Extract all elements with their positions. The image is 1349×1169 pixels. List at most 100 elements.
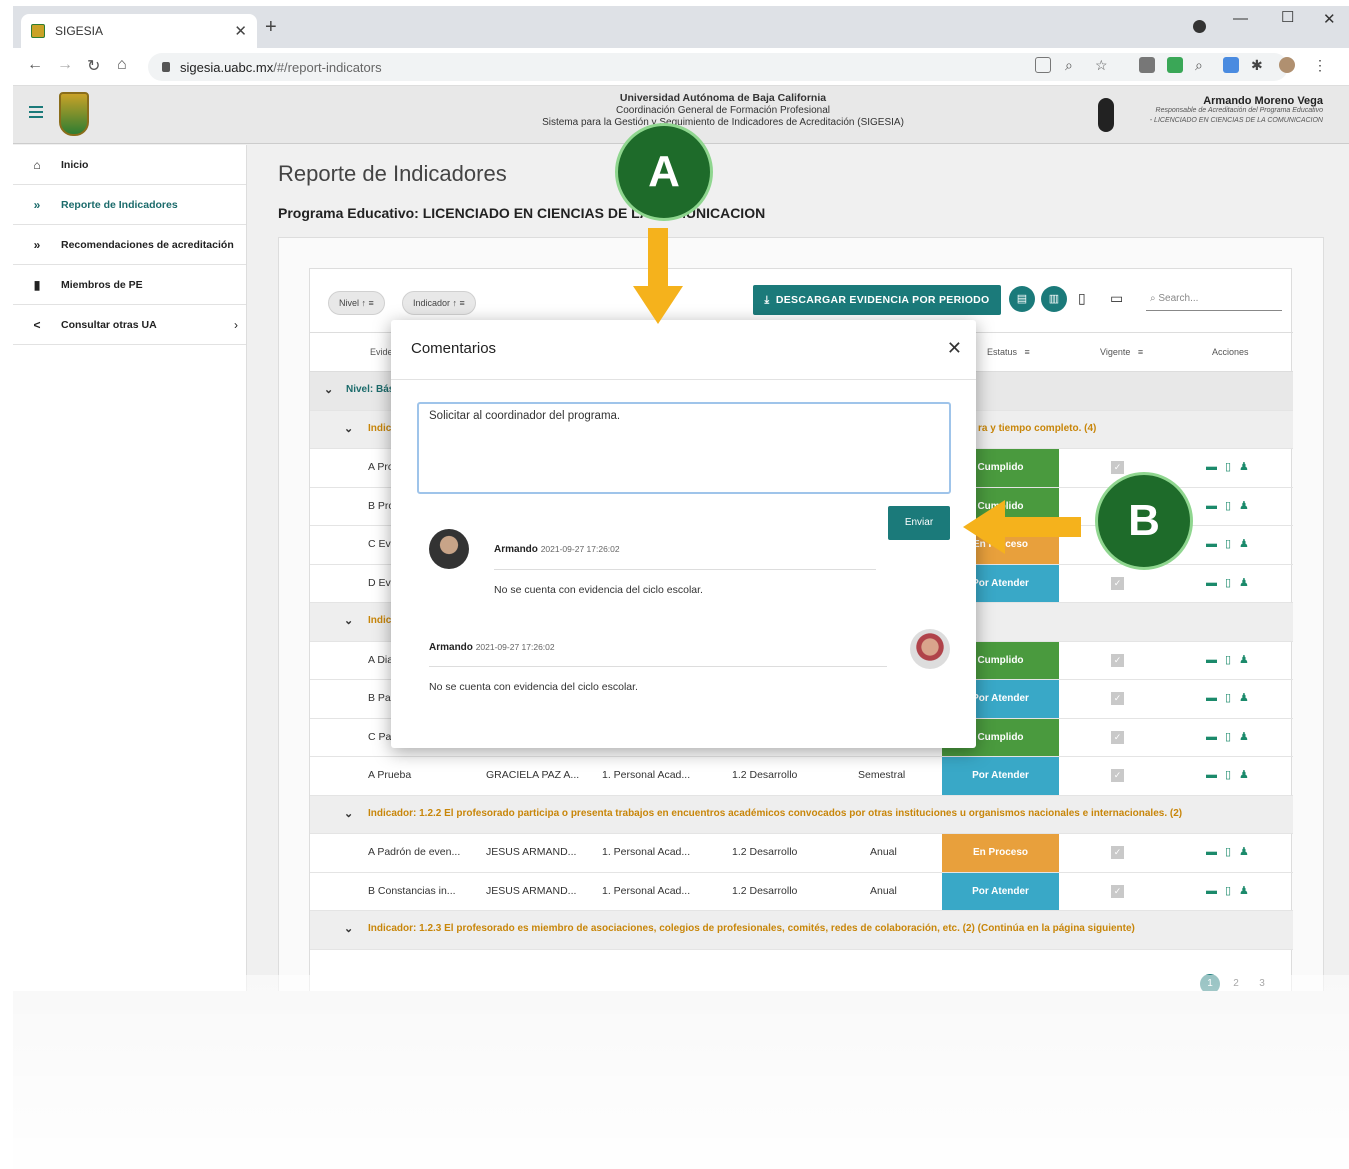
search-placeholder: Search...	[1158, 293, 1199, 304]
forward-icon[interactable]: →	[57, 56, 73, 74]
address-bar: ← → ↻ ⌂ sigesia.uabc.mx/#/report-indicat…	[13, 48, 1349, 86]
annotation-badge-a: A	[615, 123, 713, 221]
user-avatar	[1098, 98, 1114, 132]
reload-icon[interactable]: ↻	[87, 56, 100, 76]
extensions-puzzle-icon[interactable]: ✱	[1251, 57, 1267, 73]
table-row[interactable]: B Constancias in... JESUS ARMAND... 1. P…	[310, 872, 1293, 911]
cell-evidencia: C Pa	[368, 730, 392, 743]
comment-divider	[429, 666, 887, 667]
cell-subcategoria: 1.2 Desarrollo	[732, 769, 798, 781]
close-icon[interactable]: ✕	[947, 338, 962, 359]
sidebar-item-label: Consultar otras UA	[61, 318, 157, 331]
chevron-right-icon: ›	[234, 317, 238, 332]
home-browser-icon[interactable]: ⌂	[117, 56, 127, 74]
vigente-checkbox[interactable]: ✓	[1111, 769, 1124, 782]
annotation-arrow-left-icon	[963, 500, 1081, 554]
maximize-icon[interactable]: ☐	[1281, 8, 1294, 26]
new-tab-icon[interactable]: +	[265, 16, 277, 39]
header-label: Estatus	[987, 347, 1018, 357]
url-path: /#/report-indicators	[273, 59, 382, 75]
vigente-checkbox[interactable]: ✓	[1111, 730, 1124, 744]
url-field[interactable]: sigesia.uabc.mx/#/report-indicators	[148, 53, 1288, 81]
annotation-arrow-down-icon	[633, 228, 683, 324]
comment-author-name: Armando	[429, 642, 473, 653]
user-avatar-icon[interactable]	[1279, 57, 1295, 73]
row-actions[interactable]: ▬▯♟	[1206, 576, 1257, 589]
comment-text: No se cuenta con evidencia del ciclo esc…	[494, 584, 703, 596]
row-actions[interactable]: ▬▯♟	[1206, 768, 1257, 781]
row-actions[interactable]: ▬▯♟	[1206, 845, 1257, 858]
uabc-logo	[59, 92, 89, 136]
sidebar-item-consultar[interactable]: < Consultar otras UA ›	[13, 305, 246, 345]
row-actions[interactable]: ▬▯♟	[1206, 691, 1257, 704]
table-row[interactable]: A Prueba GRACIELA PAZ A... 1. Personal A…	[310, 757, 1293, 796]
vigente-checkbox[interactable]: ✓	[1111, 653, 1124, 667]
indicador-label: Indicador: 1.2.3 El profesorado es miemb…	[368, 923, 1135, 934]
cell-periodo: Anual	[870, 846, 897, 858]
search-input[interactable]: ⌕ Search...	[1146, 289, 1282, 311]
table-row[interactable]: A Padrón de even... JESUS ARMAND... 1. P…	[310, 834, 1293, 873]
extension-check-icon[interactable]	[1167, 57, 1183, 73]
row-actions[interactable]: ▬▯♟	[1206, 730, 1257, 743]
close-window-icon[interactable]: ✕	[1323, 10, 1336, 28]
browser-tab[interactable]: SIGESIA ✕	[21, 14, 257, 48]
extension-pdf-icon[interactable]	[1139, 57, 1155, 73]
sidebar-item-label: Miembros de PE	[61, 278, 143, 291]
profile-icon[interactable]	[1193, 20, 1206, 33]
close-tab-icon[interactable]: ✕	[234, 22, 247, 40]
row-actions[interactable]: ▬▯♟	[1206, 884, 1257, 897]
annotation-badge-b: B	[1095, 472, 1193, 570]
export-pdf-icon[interactable]: ▤	[1009, 286, 1035, 312]
extension-translate-icon[interactable]	[1223, 57, 1239, 73]
sidebar-item-reporte[interactable]: » Reporte de Indicadores	[13, 185, 246, 225]
print-icon[interactable]: ▭	[1110, 290, 1123, 307]
vigente-checkbox[interactable]: ✓	[1111, 846, 1124, 859]
cell-subcategoria: 1.2 Desarrollo	[732, 884, 798, 897]
extension-search-icon[interactable]: ⌕	[1195, 57, 1211, 73]
chevron-down-icon: ⌄	[344, 807, 354, 820]
group-chip-indicador[interactable]: Indicador ↑ ≡	[402, 291, 476, 315]
cell-responsable: JESUS ARMAND...	[486, 884, 577, 897]
row-actions[interactable]: ▬▯♟	[1206, 537, 1257, 550]
group-row-indicador[interactable]: ⌄ Indicador: 1.2.2 El profesorado partici…	[310, 795, 1293, 834]
browser-menu-icon[interactable]: ⋮	[1313, 57, 1329, 73]
export-file-icon[interactable]: ▯	[1078, 290, 1086, 307]
chevron-down-icon: ⌄	[344, 923, 354, 935]
bookmark-icon: ▮	[33, 277, 41, 292]
user-info: Armando Moreno Vega Responsable de Acred…	[1123, 96, 1323, 126]
download-icon: ⤓	[764, 293, 776, 306]
sidebar-item-inicio[interactable]: ⌂ Inicio	[13, 145, 246, 185]
vigente-checkbox[interactable]: ✓	[1111, 576, 1124, 590]
row-actions[interactable]: ▬▯♟	[1206, 460, 1257, 473]
cell-evidencia: B Pa	[368, 692, 391, 704]
minimize-icon[interactable]: —	[1233, 10, 1248, 27]
share-icon: <	[33, 317, 41, 332]
send-button[interactable]: Enviar	[888, 506, 950, 540]
row-actions[interactable]: ▬▯♟	[1206, 499, 1257, 512]
comment-textarea[interactable]	[417, 402, 951, 494]
indicador-label: Indic	[368, 422, 392, 434]
chip-label: Nivel	[339, 298, 360, 308]
header-vigente[interactable]: Vigente ≡	[1100, 347, 1143, 357]
vigente-checkbox[interactable]: ✓	[1111, 884, 1124, 898]
zoom-icon[interactable]: ⌕	[1065, 57, 1081, 73]
back-icon[interactable]: ←	[27, 56, 43, 74]
vigente-checkbox[interactable]: ✓	[1111, 692, 1124, 705]
bookmark-star-icon[interactable]: ☆	[1095, 57, 1111, 73]
export-excel-icon[interactable]: ▥	[1041, 286, 1067, 312]
comment-author-name: Armando	[494, 544, 538, 555]
sidebar-item-recomendaciones[interactable]: » Recomendaciones de acreditación	[13, 225, 246, 265]
header-university: Universidad Autónoma de Baja California	[619, 92, 827, 104]
row-actions[interactable]: ▬▯♟	[1206, 653, 1257, 666]
header-acciones: Acciones	[1212, 347, 1249, 357]
hamburger-menu-icon[interactable]	[29, 106, 43, 118]
sidebar-item-miembros[interactable]: ▮ Miembros de PE	[13, 265, 246, 305]
download-evidence-button[interactable]: ⤓ DESCARGAR EVIDENCIA POR PERIODO	[753, 285, 1001, 315]
install-icon[interactable]	[1035, 57, 1051, 73]
header-estatus[interactable]: Estatus ≡	[987, 347, 1030, 357]
cell-periodo: Anual	[870, 884, 897, 897]
vigente-checkbox[interactable]: ✓	[1111, 461, 1124, 474]
group-chip-nivel[interactable]: Nivel ↑ ≡	[328, 291, 385, 315]
group-row-indicador[interactable]: ⌄ Indicador: 1.2.3 El profesorado es miem…	[310, 911, 1293, 950]
sidebar-item-label: Inicio	[61, 158, 89, 171]
